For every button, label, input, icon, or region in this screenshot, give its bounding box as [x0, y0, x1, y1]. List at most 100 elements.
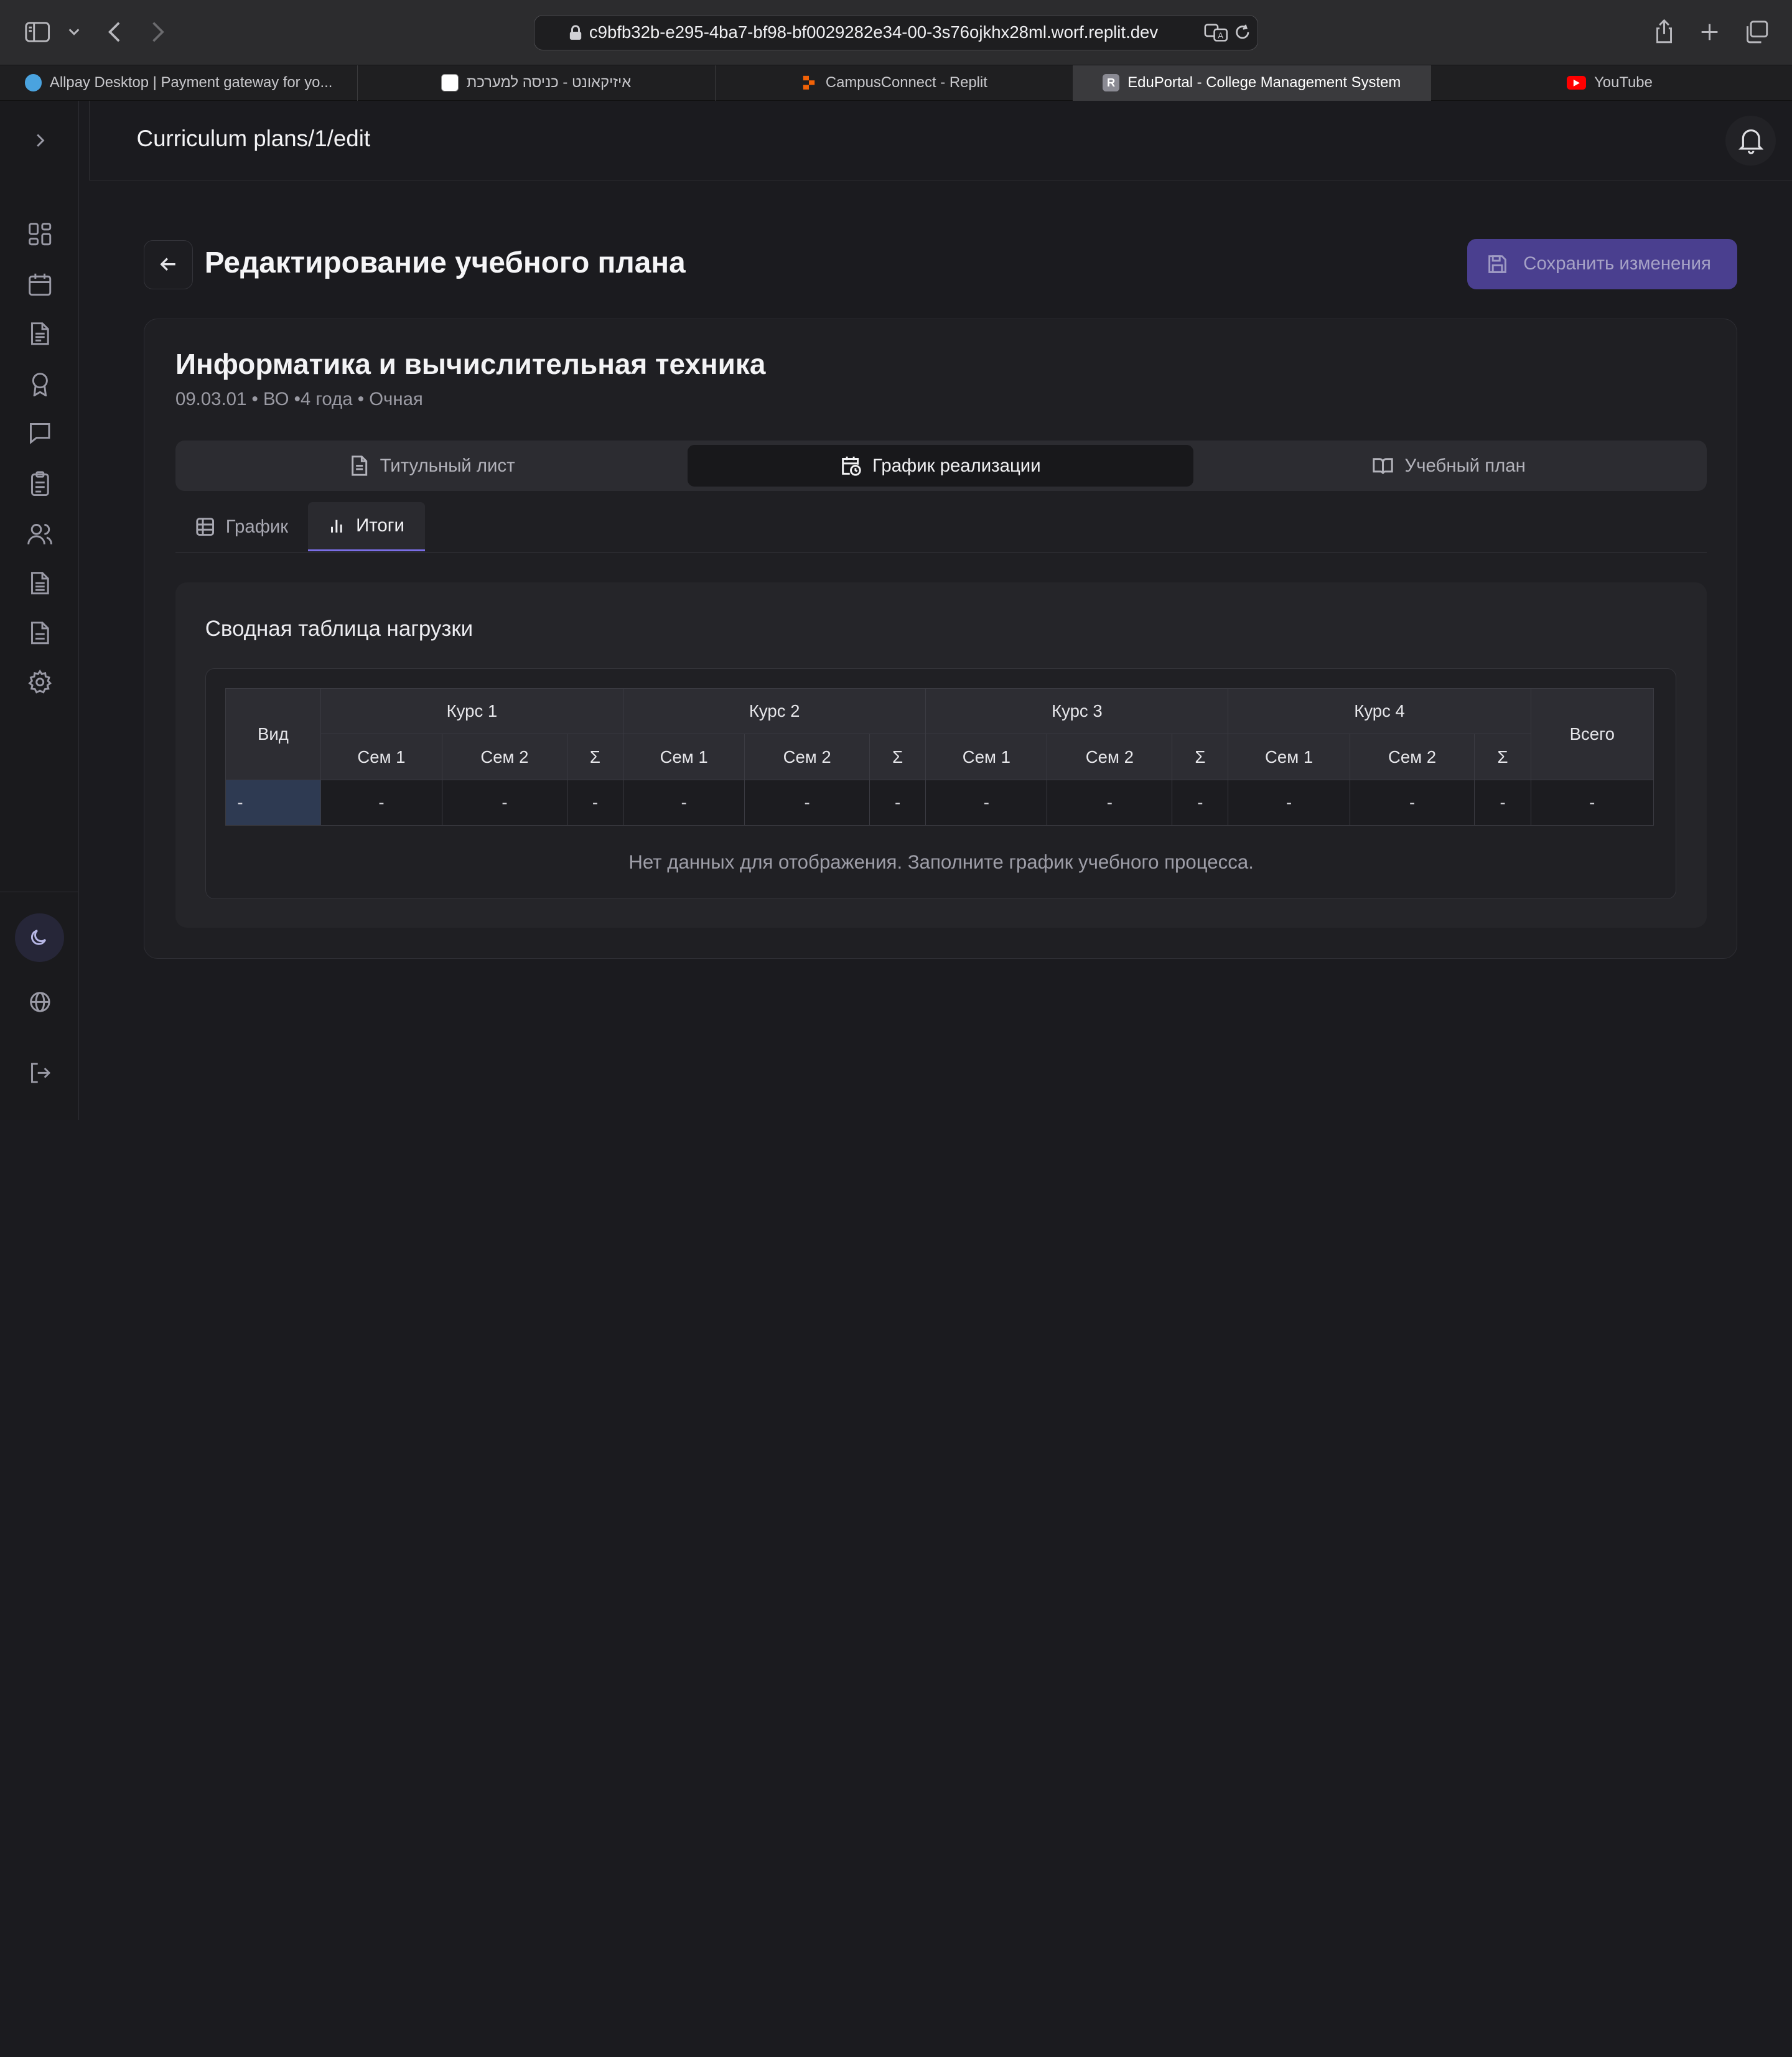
users-icon[interactable]	[25, 519, 55, 549]
sidebar-toggle-icon[interactable]	[24, 18, 52, 45]
expand-sidebar-icon[interactable]	[25, 126, 55, 156]
tab-label: Титульный лист	[380, 455, 515, 476]
bell-icon	[1738, 129, 1764, 154]
load-summary-table: Вид Курс 1 Курс 2 Курс 3 Курс 4 Всего Се…	[225, 688, 1654, 826]
table-cell: -	[1349, 779, 1475, 826]
save-icon	[1488, 254, 1506, 273]
subtab-label: Итоги	[356, 515, 404, 536]
header-sem-1: Сем 1	[925, 734, 1048, 780]
save-changes-button[interactable]: Сохранить изменения	[1467, 238, 1737, 289]
table-cell: -	[744, 779, 870, 826]
file-text-icon	[352, 455, 368, 476]
new-tab-icon[interactable]	[1696, 18, 1724, 45]
table-row: - - - - - - - - - - - - - -	[225, 779, 1654, 826]
user-avatar-icon	[24, 74, 42, 91]
main-tabs: Титульный лист График реализации Учебный…	[175, 441, 1707, 491]
browser-tab-easycount[interactable]: איזיקאונט - כניסה למערכת	[358, 65, 716, 101]
breadcrumb: Curriculum plans/1/edit	[136, 126, 371, 152]
document-icon[interactable]	[25, 319, 55, 348]
tab-title: איזיקאונט - כניסה למערכת	[466, 74, 632, 91]
subtab-schedule[interactable]: График	[175, 502, 309, 551]
theme-toggle-button[interactable]	[14, 913, 64, 963]
header-course-4: Курс 4	[1228, 688, 1531, 735]
header-course-2: Курс 2	[623, 688, 926, 735]
chevron-down-icon[interactable]	[60, 18, 88, 45]
browser-tab-allpay[interactable]: Allpay Desktop | Payment gateway for yo.…	[0, 65, 358, 101]
table-cell: -	[442, 779, 567, 826]
header-kind: Вид	[225, 688, 321, 780]
app: Curriculum plans/1/edit Редактирование у…	[0, 100, 1792, 1120]
table-icon	[196, 518, 215, 536]
header-course-3: Курс 3	[925, 688, 1229, 735]
table-cell: -	[225, 779, 321, 826]
share-icon[interactable]	[1650, 18, 1678, 45]
table-cell: -	[1047, 779, 1173, 826]
tab-title: YouTube	[1594, 74, 1653, 91]
browser-tab-eduportal[interactable]: R EduPortal - College Management System	[1073, 65, 1431, 101]
award-icon[interactable]	[25, 369, 55, 399]
back-arrow-icon[interactable]	[101, 18, 128, 45]
table-cell: -	[566, 779, 624, 826]
subtab-totals[interactable]: Итоги	[308, 502, 425, 552]
forward-arrow-icon[interactable]	[144, 18, 171, 45]
page-title: Редактирование учебного плана	[204, 246, 686, 279]
tab-title: Allpay Desktop | Payment gateway for yo.…	[49, 74, 333, 91]
chat-icon[interactable]	[25, 418, 55, 448]
file-list-icon[interactable]	[25, 568, 55, 598]
table-cell: -	[320, 779, 443, 826]
clipboard-icon[interactable]	[25, 469, 55, 498]
screen: c9bfb32b-e295-4ba7-bf98-bf0029282e34-00-…	[0, 0, 1792, 1120]
header-sem-1: Сем 1	[623, 734, 745, 780]
subtab-label: График	[225, 516, 289, 537]
bar-chart-icon	[331, 520, 342, 533]
save-button-label: Сохранить изменения	[1523, 253, 1711, 274]
globe-icon[interactable]	[25, 987, 55, 1017]
settings-gear-icon[interactable]	[25, 668, 55, 697]
header-sum: Σ	[566, 734, 624, 780]
logout-icon[interactable]	[25, 1058, 55, 1088]
program-name: Информатика и вычислительная техника	[175, 347, 766, 380]
browser-tab-youtube[interactable]: YouTube	[1431, 65, 1789, 101]
header-course-1: Курс 1	[320, 688, 624, 735]
book-open-icon	[1373, 458, 1393, 474]
address-bar[interactable]: c9bfb32b-e295-4ba7-bf98-bf0029282e34-00-…	[533, 14, 1259, 50]
tab-label: Учебный план	[1404, 455, 1526, 476]
summary-table-container: Вид Курс 1 Курс 2 Курс 3 Курс 4 Всего Се…	[205, 668, 1676, 899]
reload-icon[interactable]	[1234, 24, 1251, 45]
calendar-icon[interactable]	[25, 269, 55, 299]
table-cell: -	[1228, 779, 1350, 826]
header-total: Всего	[1530, 688, 1654, 780]
tab-study-plan[interactable]: Учебный план	[1196, 445, 1702, 486]
table-cell: -	[925, 779, 1048, 826]
moon-icon	[30, 930, 46, 946]
summary-title: Сводная таблица нагрузки	[205, 616, 474, 641]
tab-title: EduPortal - College Management System	[1127, 74, 1401, 91]
sidebar	[0, 100, 79, 1120]
dashboard-icon[interactable]	[25, 220, 55, 250]
sub-tabs: График Итоги	[175, 502, 1707, 553]
table-cell: -	[1172, 779, 1229, 826]
translate-icon[interactable]: A	[1204, 22, 1229, 47]
youtube-logo-icon	[1567, 76, 1587, 90]
notifications-button[interactable]	[1725, 115, 1776, 166]
arrow-left-icon	[160, 258, 175, 271]
replit-logo-icon	[801, 74, 818, 91]
browser-toolbar: c9bfb32b-e295-4ba7-bf98-bf0029282e34-00-…	[0, 0, 1792, 65]
back-button[interactable]	[144, 240, 194, 289]
report-icon[interactable]	[25, 618, 55, 648]
header-sem-2: Сем 2	[1047, 734, 1173, 780]
header-sem-2: Сем 2	[1349, 734, 1475, 780]
table-cell: -	[869, 779, 926, 826]
browser-tab-campusconnect[interactable]: CampusConnect - Replit	[716, 65, 1073, 101]
tab-overview-icon[interactable]	[1743, 18, 1770, 45]
table-cell: -	[623, 779, 745, 826]
program-meta: 09.03.01 • ВО •4 года • Очная	[175, 389, 423, 410]
table-cell: -	[1474, 779, 1531, 826]
header-sum: Σ	[869, 734, 926, 780]
tab-title-page[interactable]: Титульный лист	[180, 445, 685, 486]
calendar-clock-icon	[841, 456, 861, 476]
tab-schedule[interactable]: График реализации	[687, 445, 1194, 487]
sidebar-divider	[0, 891, 78, 893]
header-sem-2: Сем 2	[442, 734, 567, 780]
url-text: c9bfb32b-e295-4ba7-bf98-bf0029282e34-00-…	[589, 22, 1159, 42]
